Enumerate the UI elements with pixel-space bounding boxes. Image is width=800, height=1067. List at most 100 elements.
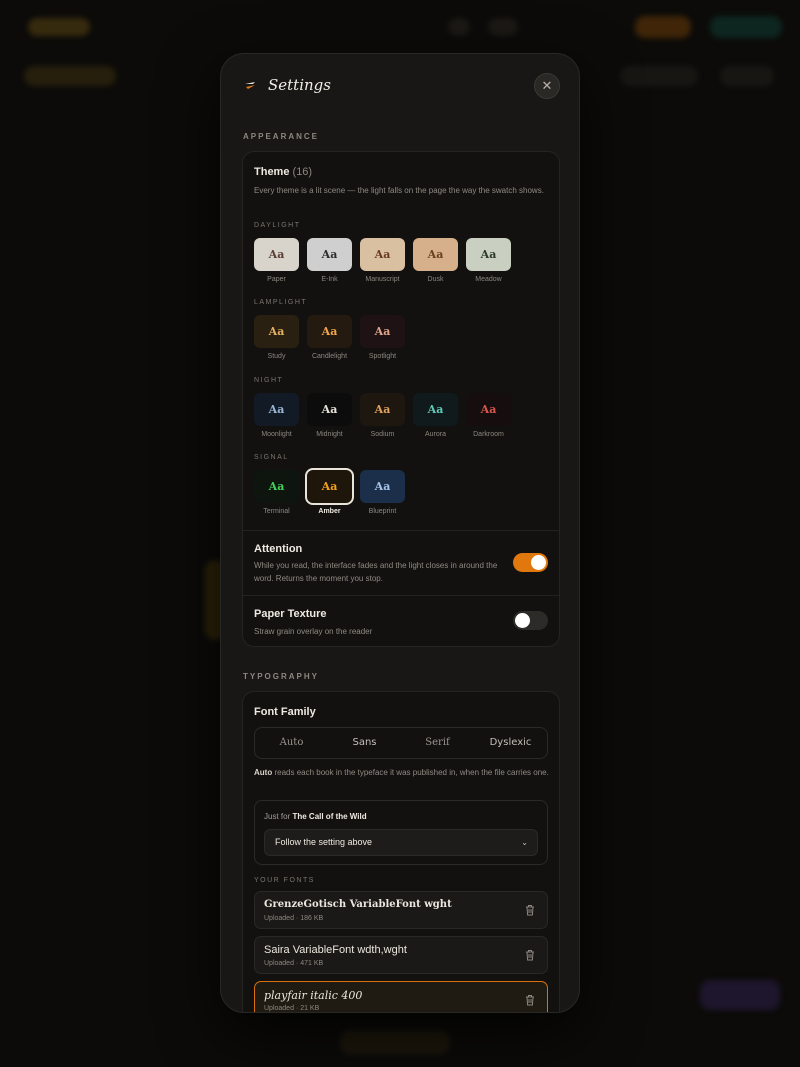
theme-swatch-preview: Aa xyxy=(254,315,299,348)
theme-swatch-preview: Aa xyxy=(254,470,299,503)
typography-card: Font Family Auto Sans Serif Dyslexic Aut… xyxy=(242,691,560,1012)
theme-swatch-preview: Aa xyxy=(305,468,354,505)
section-label-typography: TYPOGRAPHY xyxy=(243,672,320,681)
theme-swatch-label: Sodium xyxy=(370,431,395,438)
section-label-appearance: APPEARANCE xyxy=(243,132,320,141)
background-button xyxy=(720,66,774,86)
font-meta: Uploaded · 471 KB xyxy=(264,960,324,967)
close-icon: ✕ xyxy=(541,78,553,93)
toggle-knob xyxy=(515,613,530,628)
theme-swatch-label: Study xyxy=(267,353,286,360)
chevron-down-icon: ⌄ xyxy=(521,838,528,847)
font-note-text: reads each book in the typeface it was p… xyxy=(274,768,549,777)
font-family-segmented-control: Auto Sans Serif Dyslexic xyxy=(254,727,548,759)
theme-swatch-spotlight[interactable]: Aa Spotlight xyxy=(360,315,405,360)
lightning-logo-icon xyxy=(245,82,255,89)
font-option-sans[interactable]: Sans xyxy=(328,728,401,758)
attention-title: Attention xyxy=(254,543,303,555)
background-button xyxy=(488,18,518,36)
theme-row-signal: Aa Terminal Aa Amber Aa Blueprint xyxy=(254,468,405,515)
theme-swatch-midnight[interactable]: Aa Midnight xyxy=(307,393,352,438)
theme-swatch-moonlight[interactable]: Aa Moonlight xyxy=(254,393,299,438)
theme-swatch-amber[interactable]: Aa Amber xyxy=(305,468,354,515)
font-meta: Uploaded · 21 KB xyxy=(264,1005,320,1012)
paper-texture-description: Straw grain overlay on the reader xyxy=(254,627,373,636)
trash-icon[interactable] xyxy=(525,994,535,1006)
font-option-auto[interactable]: Auto xyxy=(255,728,328,758)
trash-icon[interactable] xyxy=(525,949,535,961)
theme-swatch-label: Moonlight xyxy=(261,431,292,438)
attention-toggle[interactable] xyxy=(513,553,548,572)
font-option-dyslexic[interactable]: Dyslexic xyxy=(474,728,547,758)
theme-swatch-preview: Aa xyxy=(307,315,352,348)
theme-swatch-terminal[interactable]: Aa Terminal xyxy=(254,470,299,515)
font-list-item[interactable]: GrenzeGotisch VariableFont wght Uploaded… xyxy=(254,891,548,929)
theme-swatch-meadow[interactable]: Aa Meadow xyxy=(466,238,511,283)
close-button[interactable]: ✕ xyxy=(534,73,560,99)
font-name: GrenzeGotisch VariableFont wght xyxy=(264,899,452,910)
theme-count: (16) xyxy=(292,166,313,178)
modal-title: Settings xyxy=(268,76,331,94)
theme-swatch-preview: Aa xyxy=(360,470,405,503)
theme-swatch-label: Aurora xyxy=(424,431,446,438)
book-font-select[interactable]: Follow the setting above ⌄ xyxy=(264,829,538,856)
theme-swatch-label: Midnight xyxy=(316,431,343,438)
theme-swatch-darkroom[interactable]: Aa Darkroom xyxy=(466,393,511,438)
theme-swatch-label: Dusk xyxy=(427,276,444,283)
theme-swatch-label: Meadow xyxy=(475,276,502,283)
theme-swatch-sodium[interactable]: Aa Sodium xyxy=(360,393,405,438)
paper-texture-title: Paper Texture xyxy=(254,608,327,620)
font-option-serif[interactable]: Serif xyxy=(401,728,474,758)
theme-swatch-label: Paper xyxy=(267,276,286,283)
theme-swatch-preview: Aa xyxy=(360,393,405,426)
theme-swatch-preview: Aa xyxy=(413,238,458,271)
font-meta: Uploaded · 186 KB xyxy=(264,915,324,922)
theme-swatch-label: Terminal xyxy=(263,508,290,515)
trash-icon[interactable] xyxy=(525,904,535,916)
theme-swatch-manuscript[interactable]: Aa Manuscript xyxy=(360,238,405,283)
font-list-item[interactable]: Saira VariableFont wdth,wght Uploaded · … xyxy=(254,936,548,974)
theme-swatch-preview: Aa xyxy=(466,238,511,271)
theme-swatch-preview: Aa xyxy=(466,393,511,426)
book-title: The Call of the Wild xyxy=(292,812,367,821)
your-fonts-label: YOUR FONTS xyxy=(254,877,315,884)
theme-swatch-preview: Aa xyxy=(254,393,299,426)
theme-swatch-blueprint[interactable]: Aa Blueprint xyxy=(360,470,405,515)
theme-swatch-preview: Aa xyxy=(307,393,352,426)
background-footer xyxy=(340,1030,450,1054)
font-list-item-active[interactable]: playfair italic 400 Uploaded · 21 KB xyxy=(254,981,548,1012)
theme-swatch-candlelight[interactable]: Aa Candlelight xyxy=(307,315,352,360)
theme-swatch-label: Candlelight xyxy=(311,353,348,360)
theme-swatch-preview: Aa xyxy=(413,393,458,426)
theme-swatch-study[interactable]: Aa Study xyxy=(254,315,299,360)
background-button xyxy=(620,66,698,86)
theme-swatch-aurora[interactable]: Aa Aurora xyxy=(413,393,458,438)
theme-description: Every theme is a lit scene — the light f… xyxy=(254,186,544,195)
font-family-title: Font Family xyxy=(254,706,316,718)
background-button xyxy=(700,980,780,1010)
theme-swatch-e-ink[interactable]: Aa E-Ink xyxy=(307,238,352,283)
book-override-label: Just for The Call of the Wild xyxy=(264,812,367,821)
override-prefix: Just for xyxy=(264,812,291,821)
theme-group-label: LAMPLIGHT xyxy=(254,299,308,306)
theme-group-label: DAYLIGHT xyxy=(254,222,301,229)
theme-swatch-paper[interactable]: Aa Paper xyxy=(254,238,299,283)
theme-title: Theme (16) xyxy=(254,166,312,178)
paper-texture-toggle[interactable] xyxy=(513,611,548,630)
background-button xyxy=(635,16,691,38)
theme-swatch-label: Darkroom xyxy=(473,431,504,438)
theme-swatch-preview: Aa xyxy=(254,238,299,271)
theme-row-lamplight: Aa Study Aa Candlelight Aa Spotlight xyxy=(254,315,405,360)
background-button xyxy=(448,18,470,36)
font-family-note: Auto reads each book in the typeface it … xyxy=(254,766,550,779)
toggle-knob xyxy=(531,555,546,570)
theme-row-night: Aa Moonlight Aa Midnight Aa Sodium Aa Aurora Aa D… xyxy=(254,393,511,438)
theme-swatch-label: Spotlight xyxy=(368,353,397,360)
appearance-card: Theme (16) Every theme is a lit scene — … xyxy=(242,151,560,647)
theme-swatch-label: Manuscript xyxy=(365,276,400,283)
background-logo xyxy=(28,18,90,36)
select-value: Follow the setting above xyxy=(275,837,373,847)
theme-swatch-preview: Aa xyxy=(307,238,352,271)
theme-swatch-dusk[interactable]: Aa Dusk xyxy=(413,238,458,283)
divider xyxy=(243,530,559,531)
